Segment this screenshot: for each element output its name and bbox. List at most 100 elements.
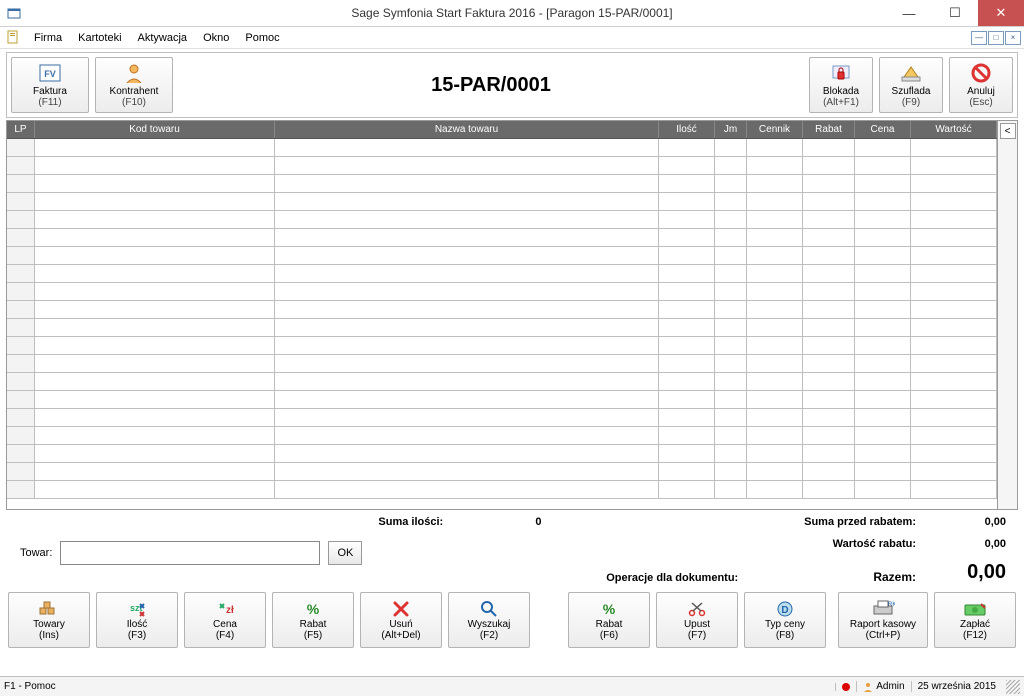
suma-ilosci-label: Suma ilości: bbox=[378, 516, 488, 528]
towary-button[interactable]: Towary (Ins) bbox=[8, 592, 90, 648]
rabat-button[interactable]: % Rabat (F5) bbox=[272, 592, 354, 648]
table-row[interactable] bbox=[7, 229, 997, 247]
lock-icon bbox=[830, 62, 852, 84]
rabat-shortcut: (F5) bbox=[304, 630, 322, 641]
table-row[interactable] bbox=[7, 481, 997, 499]
raport-shortcut: (Ctrl+P) bbox=[866, 630, 901, 641]
mdi-close-button[interactable]: × bbox=[1005, 31, 1021, 45]
table-cell bbox=[715, 355, 747, 372]
minimize-button[interactable]: — bbox=[886, 0, 932, 26]
anuluj-button[interactable]: Anuluj (Esc) bbox=[949, 57, 1013, 113]
col-wartosc[interactable]: Wartość bbox=[911, 121, 997, 138]
table-row[interactable] bbox=[7, 283, 997, 301]
items-table: LP Kod towaru Nazwa towaru Ilość Jm Cenn… bbox=[6, 120, 1018, 510]
col-rabat[interactable]: Rabat bbox=[803, 121, 855, 138]
table-side-panel: < bbox=[997, 121, 1017, 509]
blokada-button[interactable]: Blokada (Alt+F1) bbox=[809, 57, 873, 113]
kontrahent-button[interactable]: Kontrahent (F10) bbox=[95, 57, 173, 113]
table-row[interactable] bbox=[7, 193, 997, 211]
maximize-button[interactable]: ☐ bbox=[932, 0, 978, 26]
collapse-button[interactable]: < bbox=[1000, 123, 1016, 139]
close-button[interactable]: ✕ bbox=[978, 0, 1024, 26]
raport-button[interactable]: RK Raport kasowy (Ctrl+P) bbox=[838, 592, 928, 648]
table-cell bbox=[855, 319, 911, 336]
table-row[interactable] bbox=[7, 139, 997, 157]
doc-upust-button[interactable]: Upust (F7) bbox=[656, 592, 738, 648]
table-row[interactable] bbox=[7, 337, 997, 355]
col-lp[interactable]: LP bbox=[7, 121, 35, 138]
table-cell bbox=[715, 211, 747, 228]
person-icon bbox=[123, 62, 145, 84]
table-cell bbox=[715, 319, 747, 336]
table-row[interactable] bbox=[7, 427, 997, 445]
towar-label: Towar: bbox=[20, 547, 52, 559]
table-cell bbox=[659, 247, 715, 264]
mdi-minimize-button[interactable]: — bbox=[971, 31, 987, 45]
table-row[interactable] bbox=[7, 211, 997, 229]
doc-rabat-button[interactable]: % Rabat (F6) bbox=[568, 592, 650, 648]
table-cell bbox=[855, 481, 911, 498]
szuflada-button[interactable]: Szuflada (F9) bbox=[879, 57, 943, 113]
table-row[interactable] bbox=[7, 355, 997, 373]
table-cell bbox=[803, 409, 855, 426]
menu-pomoc[interactable]: Pomoc bbox=[237, 30, 287, 46]
col-nazwa-towaru[interactable]: Nazwa towaru bbox=[275, 121, 659, 138]
menu-firma[interactable]: Firma bbox=[26, 30, 70, 46]
percent-icon: % bbox=[599, 599, 619, 619]
table-cell bbox=[659, 175, 715, 192]
table-cell bbox=[911, 229, 997, 246]
menu-aktywacja[interactable]: Aktywacja bbox=[130, 30, 196, 46]
table-row[interactable] bbox=[7, 319, 997, 337]
table-row[interactable] bbox=[7, 445, 997, 463]
table-cell bbox=[275, 193, 659, 210]
menu-okno[interactable]: Okno bbox=[195, 30, 237, 46]
mdi-restore-button[interactable]: □ bbox=[988, 31, 1004, 45]
table-row[interactable] bbox=[7, 157, 997, 175]
blokada-label: Blokada bbox=[823, 86, 859, 97]
faktura-button[interactable]: FV Faktura (F11) bbox=[11, 57, 89, 113]
table-row[interactable] bbox=[7, 409, 997, 427]
table-row[interactable] bbox=[7, 265, 997, 283]
doc-typceny-button[interactable]: D Typ ceny (F8) bbox=[744, 592, 826, 648]
col-cennik[interactable]: Cennik bbox=[747, 121, 803, 138]
table-cell bbox=[855, 139, 911, 156]
col-ilosc[interactable]: Ilość bbox=[659, 121, 715, 138]
wyszukaj-button[interactable]: Wyszukaj (F2) bbox=[448, 592, 530, 648]
towar-input[interactable] bbox=[60, 541, 320, 565]
table-row[interactable] bbox=[7, 463, 997, 481]
table-cell bbox=[803, 247, 855, 264]
towar-ok-button[interactable]: OK bbox=[328, 541, 362, 565]
table-row[interactable] bbox=[7, 373, 997, 391]
table-body[interactable] bbox=[7, 139, 997, 509]
table-row[interactable] bbox=[7, 175, 997, 193]
table-cell bbox=[275, 229, 659, 246]
zaplac-shortcut: (F12) bbox=[963, 630, 987, 641]
table-cell bbox=[911, 139, 997, 156]
usun-button[interactable]: Usuń (Alt+Del) bbox=[360, 592, 442, 648]
table-cell bbox=[35, 319, 275, 336]
table-row[interactable] bbox=[7, 301, 997, 319]
table-cell bbox=[747, 229, 803, 246]
table-cell bbox=[855, 463, 911, 480]
razem-label: Razem: bbox=[806, 570, 916, 584]
usun-shortcut: (Alt+Del) bbox=[381, 630, 420, 641]
table-cell bbox=[855, 373, 911, 390]
table-row[interactable] bbox=[7, 391, 997, 409]
table-cell bbox=[855, 355, 911, 372]
type-icon: D bbox=[775, 599, 795, 619]
wartosc-rabatu-value: 0,00 bbox=[916, 538, 1006, 550]
table-cell bbox=[855, 193, 911, 210]
col-jm[interactable]: Jm bbox=[715, 121, 747, 138]
table-cell bbox=[35, 157, 275, 174]
menu-kartoteki[interactable]: Kartoteki bbox=[70, 30, 129, 46]
col-cena[interactable]: Cena bbox=[855, 121, 911, 138]
table-cell bbox=[715, 445, 747, 462]
zaplac-button[interactable]: Zapłać (F12) bbox=[934, 592, 1016, 648]
table-cell bbox=[803, 319, 855, 336]
col-kod-towaru[interactable]: Kod towaru bbox=[35, 121, 275, 138]
table-row[interactable] bbox=[7, 247, 997, 265]
cena-button[interactable]: zł Cena (F4) bbox=[184, 592, 266, 648]
resize-grip[interactable] bbox=[1006, 680, 1020, 694]
ilosc-button[interactable]: szt Ilość (F3) bbox=[96, 592, 178, 648]
table-cell bbox=[803, 373, 855, 390]
